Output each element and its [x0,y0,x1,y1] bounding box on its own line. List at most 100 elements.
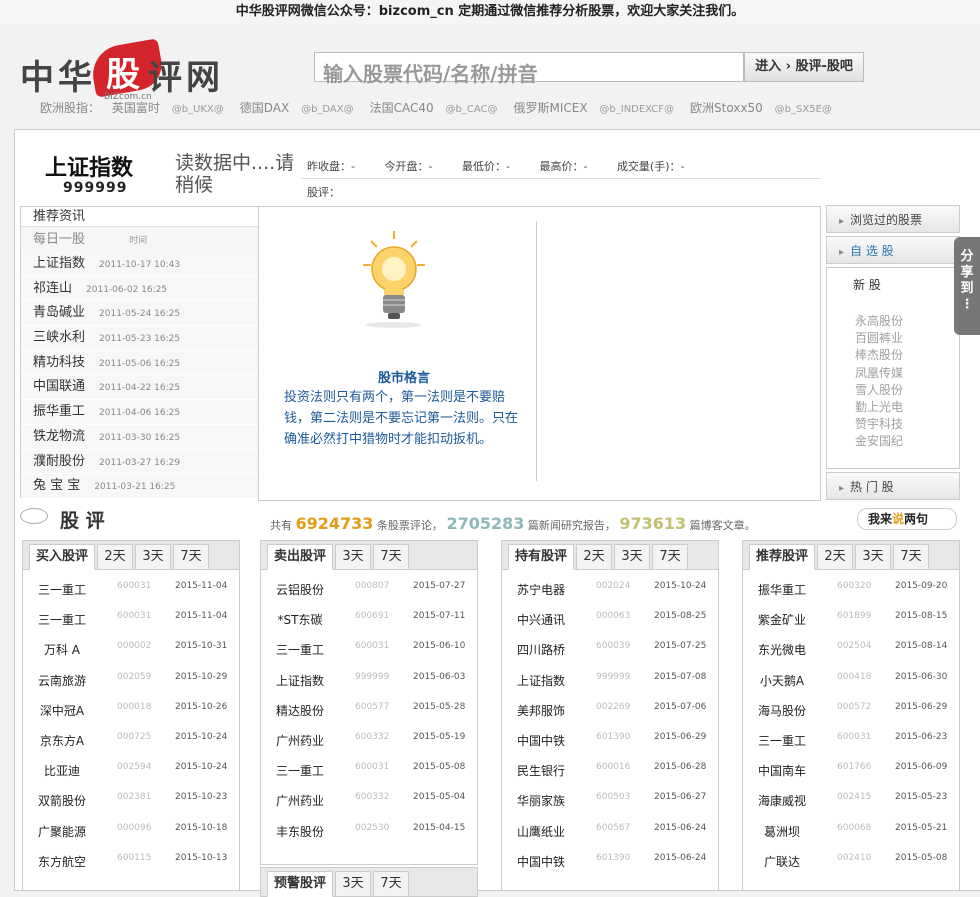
recommend-item[interactable]: 祁连山 2011-06-02 16:25 [21,276,259,302]
guping-row[interactable]: 东方航空 600115 2015-10-13 [23,853,241,883]
guping-row[interactable]: 三一重工 600031 2015-11-04 [23,611,241,641]
guping-row[interactable]: 小天鹅A 000418 2015-06-30 [743,672,961,702]
new-stock-link[interactable]: 百圆裤业 [855,330,959,347]
guping-row[interactable]: 中国中铁 601390 2015-06-24 [502,853,720,883]
guping-row[interactable]: 三一重工 600031 2015-05-08 [261,762,479,792]
euro-index-code: @b_DAX@ [301,104,354,115]
guping-row[interactable]: 三一重工 600031 2015-11-04 [23,581,241,611]
tab-main[interactable]: 持有股评 [508,544,574,570]
tab-days[interactable]: 2天 [97,544,133,570]
guping-row[interactable]: 丰东股份 002530 2015-04-15 [261,823,479,853]
recommend-item[interactable]: 振华重工 2011-04-06 16:25 [21,400,259,425]
guping-row[interactable]: 华丽家族 600503 2015-06-27 [502,792,720,822]
enter-guba-button[interactable]: 进入 › 股评-股吧 [744,52,864,82]
guping-row[interactable]: 海康威视 002415 2015-05-23 [743,792,961,822]
guping-row[interactable]: 精达股份 600577 2015-05-28 [261,702,479,732]
recommend-item[interactable]: 三峡水利 2011-05-23 16:25 [21,326,259,351]
euro-index-item[interactable]: 欧洲Stoxx50 @b_SX5E@ [690,101,840,115]
new-stock-link[interactable]: 永高股份 [855,313,959,330]
tab-days[interactable]: 7天 [373,544,409,570]
guping-row[interactable]: 四川路桥 600039 2015-07-25 [502,641,720,671]
guping-row[interactable]: 万科 A 000002 2015-10-31 [23,641,241,671]
new-stock-link[interactable]: 雪人股份 [855,382,959,399]
new-stock-link[interactable]: 金安国纪 [855,433,959,450]
tab-days[interactable]: 7天 [893,544,929,570]
tab-days[interactable]: 7天 [652,544,688,570]
guping-row[interactable]: 双箭股份 002381 2015-10-23 [23,792,241,822]
guping-row[interactable]: 广州药业 600332 2015-05-19 [261,732,479,762]
euro-index-item[interactable]: 德国DAX @b_DAX@ [240,101,362,115]
guping-row[interactable]: 中国中铁 601390 2015-06-29 [502,732,720,762]
post-comment-button[interactable]: 我来说两句 [857,508,957,530]
tab-days[interactable]: 3天 [135,544,171,570]
guping-row[interactable]: 海马股份 000572 2015-06-29 [743,702,961,732]
guping-row[interactable]: 比亚迪 002594 2015-10-24 [23,762,241,792]
guping-row[interactable]: 上证指数 999999 2015-07-08 [502,672,720,702]
guping-row[interactable]: 美邦服饰 002269 2015-07-06 [502,702,720,732]
guping-row[interactable]: 深中冠A 000018 2015-10-26 [23,702,241,732]
my-stocks-button[interactable]: ▸ 自 选 股 [826,236,960,264]
viewed-stocks-button[interactable]: ▸ 浏览过的股票 [826,205,960,233]
tab-main[interactable]: 卖出股评 [267,544,333,570]
tab-7d[interactable]: 7天 [373,871,409,897]
tab-main[interactable]: 买入股评 [29,544,95,570]
guping-row[interactable]: 京东方A 000725 2015-10-24 [23,732,241,762]
tab-days[interactable]: 2天 [576,544,612,570]
new-stock-link[interactable]: 赞宇科技 [855,416,959,433]
share-button[interactable]: 分享到 ⋮ [954,237,980,335]
guping-row[interactable]: 三一重工 600031 2015-06-10 [261,641,479,671]
guping-row[interactable]: 广联达 002410 2015-05-08 [743,853,961,883]
recommend-item[interactable]: 兔 宝 宝 2011-03-21 16:25 [21,474,259,499]
recommend-box: 推荐资讯 每日一股 时间 上证指数 2011-10-17 10:43 祁连山 2011… [20,206,260,499]
search-input[interactable]: 输入股票代码/名称/拼音 [314,52,744,86]
guping-row[interactable]: 广州药业 600332 2015-05-04 [261,792,479,822]
guping-row[interactable]: 民生银行 600016 2015-06-28 [502,762,720,792]
recommend-item[interactable]: 上证指数 2011-10-17 10:43 [21,252,259,277]
prev-close: 昨收盘：- [307,160,355,173]
euro-index-item[interactable]: 英国富时 @b_UKX@ [112,101,232,115]
stock-name: 海马股份 [757,703,806,718]
guping-row[interactable]: 紫金矿业 601899 2015-08-15 [743,611,961,641]
tab-days[interactable]: 3天 [855,544,891,570]
euro-index-item[interactable]: 俄罗斯MICEX @b_INDEXCF@ [513,101,682,115]
hot-stocks-button[interactable]: ▸ 热 门 股 [826,472,960,500]
guping-row[interactable]: 云铝股份 000807 2015-07-27 [261,581,479,611]
tab-warn[interactable]: 预警股评 [267,871,333,897]
tab-3d[interactable]: 3天 [335,871,371,897]
new-stock-link[interactable]: 凤凰传媒 [855,365,959,382]
tab-days[interactable]: 7天 [173,544,209,570]
comment-date: 2015-05-23 [895,792,948,803]
recommend-item[interactable]: 中国联通 2011-04-22 16:25 [21,375,259,401]
logo-char: 中 [20,58,54,98]
recommend-item[interactable]: 精功科技 2011-05-06 16:25 [21,350,259,376]
stock-name: 东方航空 [37,854,86,869]
recommend-item[interactable]: 铁龙物流 2011-03-30 16:25 [21,424,259,450]
euro-index-name: 德国DAX [239,101,290,115]
comment-date: 2015-07-08 [654,671,707,682]
recommend-item[interactable]: 濮耐股份 2011-03-27 16:29 [21,449,259,475]
tab-days[interactable]: 2天 [817,544,853,570]
tab-main[interactable]: 推荐股评 [749,544,815,570]
guping-row[interactable]: 苏宁电器 002024 2015-10-24 [502,581,720,611]
guping-row[interactable]: 葛洲坝 600068 2015-05-21 [743,823,961,853]
guping-row[interactable]: 上证指数 999999 2015-06-03 [261,672,479,702]
guping-row[interactable]: 东光微电 002504 2015-08-14 [743,641,961,671]
guping-row[interactable]: 山鹰纸业 600567 2015-06-24 [502,823,720,853]
guping-row[interactable]: *ST东碳 600691 2015-07-11 [261,611,479,641]
guping-row[interactable]: 广聚能源 000096 2015-10-18 [23,823,241,853]
guping-row[interactable]: 三一重工 600031 2015-06-23 [743,732,961,762]
tab-days[interactable]: 3天 [335,544,371,570]
new-stock-link[interactable]: 棒杰股份 [855,347,959,364]
recommend-title[interactable]: 推荐资讯 [21,207,259,227]
tab-days[interactable]: 3天 [614,544,650,570]
guping-row[interactable]: 中兴通讯 000063 2015-08-25 [502,611,720,641]
guping-row[interactable]: 振华重工 600320 2015-09-20 [743,581,961,611]
guping-row[interactable]: 云南旅游 002059 2015-10-29 [23,672,241,702]
guping-row[interactable]: 中国南车 601766 2015-06-09 [743,762,961,792]
stock-name: 振华重工 [757,583,806,597]
comment-date: 2015-08-15 [895,611,948,622]
recommend-item[interactable]: 青岛碱业 2011-05-24 16:25 [21,301,259,327]
stock-code: 002269 [596,701,631,712]
euro-index-item[interactable]: 法国CAC40 @b_CAC@ [370,101,506,115]
new-stock-link[interactable]: 勤上光电 [855,399,959,416]
